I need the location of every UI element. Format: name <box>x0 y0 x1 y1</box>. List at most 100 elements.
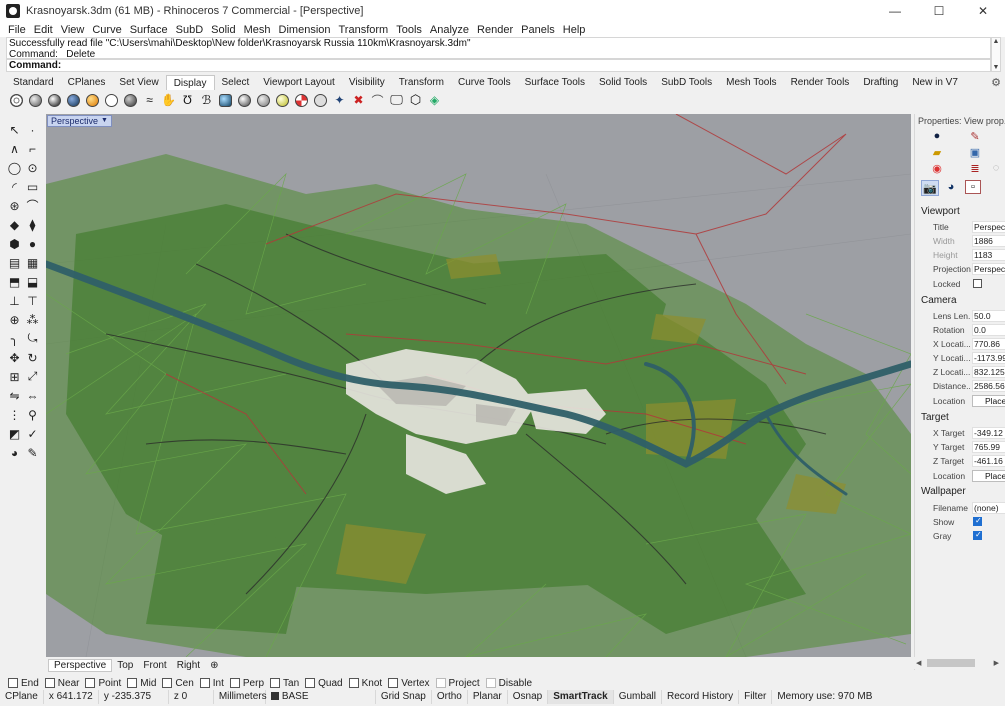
projection-value[interactable]: Perspective <box>972 263 1005 275</box>
tab-mesh-tools[interactable]: Mesh Tools <box>719 75 783 90</box>
viewport-tab-front[interactable]: Front <box>138 660 171 671</box>
menu-edit[interactable]: Edit <box>30 24 57 36</box>
minimize-button[interactable]: — <box>873 0 917 22</box>
status-osnap[interactable]: Osnap <box>508 690 549 704</box>
arctic-display-icon[interactable]: ✋ <box>160 92 177 109</box>
menu-curve[interactable]: Curve <box>88 24 125 36</box>
status-grid-snap[interactable]: Grid Snap <box>376 690 432 704</box>
checkbox[interactable] <box>85 678 96 688</box>
fillet-curve-icon[interactable]: ⌒ <box>24 197 41 214</box>
color-wheel-icon[interactable]: ◉ <box>929 161 945 175</box>
osnap-tan[interactable]: Tan <box>270 678 299 689</box>
title-value[interactable]: Perspective <box>972 221 1005 233</box>
box-wireframe-icon[interactable]: ⬡ <box>407 92 424 109</box>
viewport-title[interactable]: Perspective ▼ <box>47 115 112 127</box>
z-target-value[interactable]: -461.16 <box>972 455 1005 467</box>
osnap-point[interactable]: Point <box>85 678 121 689</box>
tab-select[interactable]: Select <box>215 75 257 90</box>
osnap-perp[interactable]: Perp <box>229 678 264 689</box>
zebra-analysis-icon[interactable]: ✦ <box>331 92 348 109</box>
add-viewport-icon[interactable]: ⊕ <box>205 660 223 671</box>
show-checkbox[interactable] <box>973 516 982 526</box>
tab-standard[interactable]: Standard <box>6 75 61 90</box>
trim-icon[interactable]: ⊤ <box>24 292 41 309</box>
tab-solid-tools[interactable]: Solid Tools <box>592 75 654 90</box>
polygon-icon[interactable]: ⊛ <box>6 197 23 214</box>
draft-angle-icon[interactable]: ✖ <box>350 92 367 109</box>
tab-drafting[interactable]: Drafting <box>856 75 905 90</box>
checkbox[interactable] <box>348 678 359 688</box>
circle-icon[interactable]: ◯ <box>6 159 23 176</box>
checkbox[interactable] <box>485 678 496 688</box>
scroll-right-icon[interactable]: ▶ <box>994 659 999 667</box>
osnap-near[interactable]: Near <box>44 678 79 689</box>
filename-value[interactable]: (none) <box>972 502 1005 514</box>
menu-subd[interactable]: SubD <box>172 24 208 36</box>
city-model[interactable] <box>46 114 911 657</box>
layers-icon[interactable]: ≣ <box>967 161 983 175</box>
split-icon[interactable]: ⊥ <box>6 292 23 309</box>
scroll-up-icon[interactable]: ▲ <box>993 38 1000 45</box>
tab-transform[interactable]: Transform <box>392 75 451 90</box>
viewport-tab-top[interactable]: Top <box>112 660 138 671</box>
checkbox[interactable] <box>44 678 55 688</box>
wallpaper-icon[interactable]: ▫ <box>965 180 981 194</box>
check-icon[interactable]: ✓ <box>24 425 41 442</box>
status-gumball[interactable]: Gumball <box>614 690 662 704</box>
checkbox[interactable] <box>435 678 446 688</box>
target-place-button[interactable]: Place... <box>972 470 1005 482</box>
viewport-tab-perspective[interactable]: Perspective <box>48 658 113 672</box>
checkbox[interactable] <box>162 678 173 688</box>
render-icon[interactable]: ◩ <box>6 425 23 442</box>
tab-visibility[interactable]: Visibility <box>342 75 392 90</box>
status-layer[interactable]: BASE <box>266 690 376 704</box>
status-cplane[interactable]: CPlane <box>0 690 44 704</box>
toggle-display-icon[interactable] <box>217 92 234 109</box>
menu-help[interactable]: Help <box>559 24 590 36</box>
scroll-left-icon[interactable]: ◀ <box>916 659 921 667</box>
object-properties-icon[interactable]: ● <box>929 129 945 143</box>
tab-display[interactable]: Display <box>165 75 215 90</box>
mesh-plane-icon[interactable]: ▦ <box>24 254 41 271</box>
tab-surface-tools[interactable]: Surface Tools <box>518 75 592 90</box>
named-view-icon[interactable]: ◕ <box>943 180 959 194</box>
folder-icon[interactable]: ▰ <box>929 145 945 159</box>
z-location-value[interactable]: 832.125 <box>972 366 1005 378</box>
close-button[interactable]: ✕ <box>961 0 1005 22</box>
checkbox[interactable] <box>229 678 240 688</box>
select-arrow-icon[interactable]: ↖ <box>6 121 23 138</box>
menu-tools[interactable]: Tools <box>392 24 426 36</box>
maximize-button[interactable]: ☐ <box>917 0 961 22</box>
xray-sphere-icon[interactable] <box>84 92 101 109</box>
scale-icon[interactable]: ⤢ <box>24 368 41 385</box>
menu-analyze[interactable]: Analyze <box>426 24 473 36</box>
curvature-icon[interactable]: ⌒ <box>369 92 386 109</box>
menu-panels[interactable]: Panels <box>517 24 559 36</box>
rendered-sphere-icon[interactable] <box>46 92 63 109</box>
gear-icon[interactable]: ⚙ <box>991 76 1001 89</box>
raytraced-display-icon[interactable]: Ʊ <box>179 92 196 109</box>
monochrome-display-icon[interactable]: ℬ <box>198 92 215 109</box>
osnap-cen[interactable]: Cen <box>162 678 194 689</box>
scroll-down-icon[interactable]: ▼ <box>993 64 1000 71</box>
osnap-project[interactable]: Project <box>435 678 480 689</box>
viewport-tab-right[interactable]: Right <box>172 660 205 671</box>
lighting-sphere-icon[interactable] <box>274 92 291 109</box>
perspective-viewport[interactable] <box>46 114 911 657</box>
box-solid-icon[interactable]: ⬢ <box>6 235 23 252</box>
wireframe-sphere-icon[interactable] <box>8 92 25 109</box>
text-object-icon[interactable]: ⬒ <box>6 273 23 290</box>
tab-cplanes[interactable]: CPlanes <box>61 75 113 90</box>
tab-render-tools[interactable]: Render Tools <box>784 75 857 90</box>
status-ortho[interactable]: Ortho <box>432 690 468 704</box>
status-record-history[interactable]: Record History <box>662 690 740 704</box>
sphere-solid-icon[interactable]: ● <box>24 235 41 252</box>
array-icon[interactable]: ⊞ <box>6 368 23 385</box>
osnap-disable[interactable]: Disable <box>485 678 532 689</box>
offset-icon[interactable]: ⤿ <box>24 330 41 347</box>
menu-render[interactable]: Render <box>473 24 517 36</box>
ghosted-sphere-icon[interactable] <box>65 92 82 109</box>
gray-checkbox[interactable] <box>973 530 982 540</box>
pen-display-icon[interactable]: ≈ <box>141 92 158 109</box>
cylinder-icon[interactable]: ▤ <box>6 254 23 271</box>
